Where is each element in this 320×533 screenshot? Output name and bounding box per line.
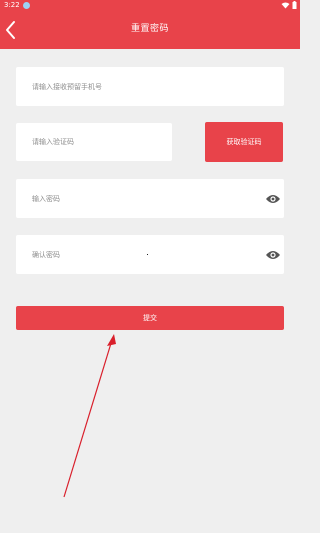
status-time: 3:22: [4, 1, 20, 9]
page-title: 重置密码: [130, 24, 169, 34]
wifi-icon: [281, 2, 290, 8]
submit-button[interactable]: 提交: [16, 306, 284, 330]
notification-icon: [23, 2, 30, 9]
confirm-placeholder: 确认密码: [32, 250, 60, 259]
password-placeholder: 输入密码: [32, 194, 60, 203]
code-input[interactable]: 请输入验证码: [16, 123, 172, 161]
app-bar: 重置密码: [0, 11, 300, 49]
eye-icon[interactable]: [265, 249, 281, 261]
phone-input[interactable]: 请输入接收预留手机号: [16, 67, 284, 106]
eye-icon[interactable]: [265, 193, 281, 205]
status-icons: [281, 1, 297, 9]
phone-placeholder: 请输入接收预留手机号: [32, 82, 102, 91]
battery-icon: [292, 1, 297, 9]
code-placeholder: 请输入验证码: [32, 138, 74, 146]
password-input[interactable]: 输入密码: [16, 179, 284, 218]
get-code-button[interactable]: 获取验证码: [205, 122, 283, 162]
status-bar: 3:22: [0, 0, 300, 11]
stray-dot: [147, 254, 148, 255]
confirm-password-input[interactable]: 确认密码: [16, 235, 284, 274]
